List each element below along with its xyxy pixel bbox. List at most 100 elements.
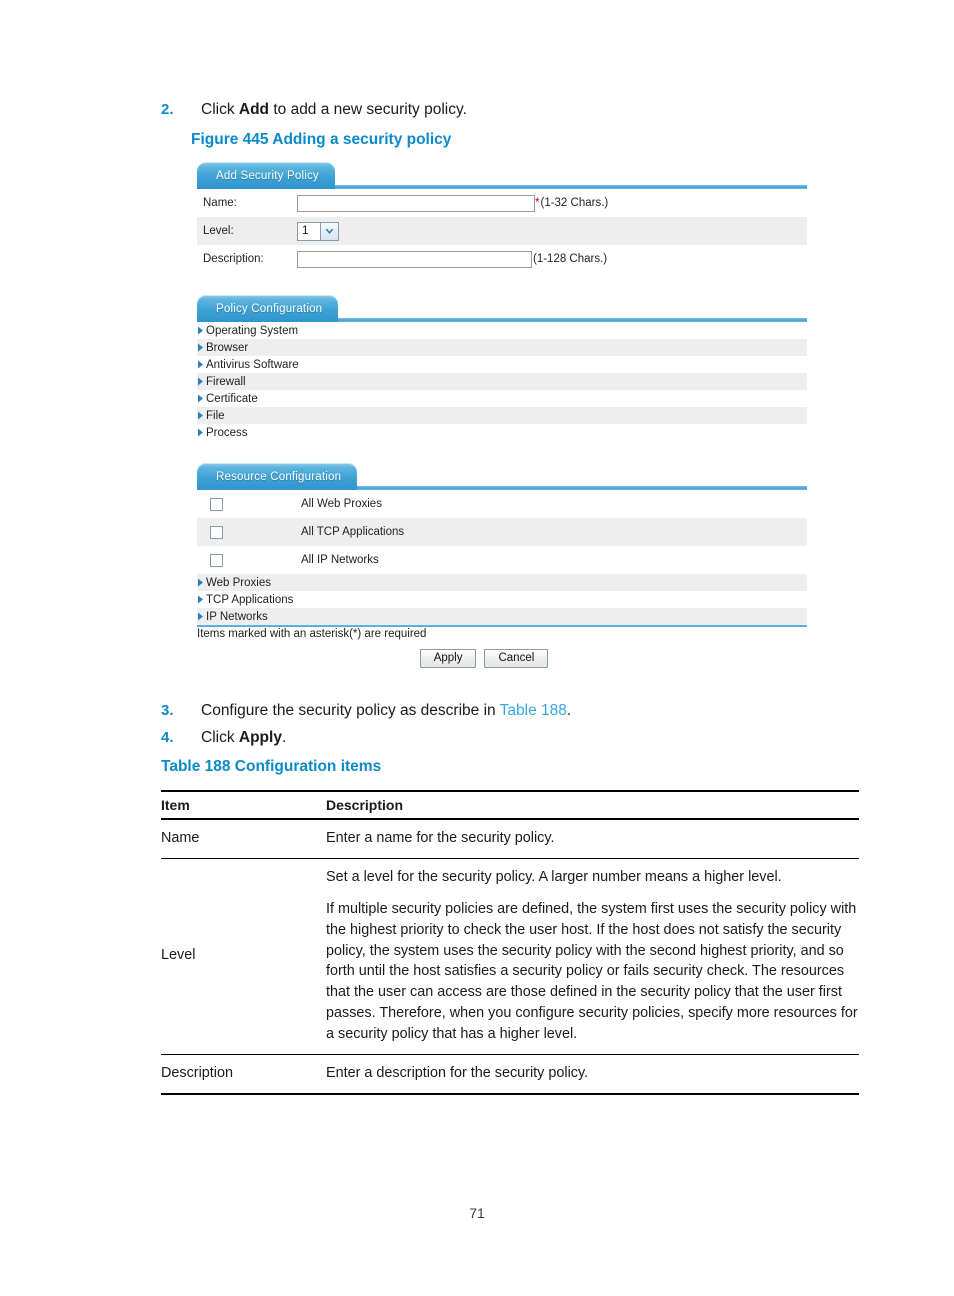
table-cell-description: Enter a name for the security policy. bbox=[326, 819, 859, 859]
table-header-item: Item bbox=[161, 790, 326, 820]
expand-triangle-icon[interactable] bbox=[197, 360, 204, 369]
resource-item-row[interactable]: IP Networks bbox=[197, 608, 807, 625]
level-select[interactable]: 1 bbox=[297, 221, 339, 241]
tab-resource-configuration[interactable]: Resource Configuration bbox=[197, 463, 358, 490]
policy-item-row[interactable]: Process bbox=[197, 424, 807, 441]
form-row-level: Level: 1 bbox=[197, 217, 807, 245]
all-tcp-applications-checkbox[interactable] bbox=[209, 525, 223, 539]
figure-button-bar: Apply Cancel bbox=[197, 649, 807, 668]
table-header-description: Description bbox=[326, 790, 859, 820]
tab-strip-policy-configuration: Policy Configuration bbox=[197, 295, 807, 322]
step-2-text-pre: Click bbox=[201, 101, 239, 118]
all-ip-networks-label: All IP Networks bbox=[301, 554, 379, 566]
step-2-text-bold: Add bbox=[238, 101, 270, 118]
policy-item-label: Process bbox=[206, 426, 248, 439]
resource-item-label: TCP Applications bbox=[206, 593, 294, 606]
table-row: Level Set a level for the security polic… bbox=[161, 858, 859, 1055]
resource-item-label: Web Proxies bbox=[206, 576, 271, 589]
all-web-proxies-checkbox-cell bbox=[197, 497, 235, 511]
table-header-row: Item Description bbox=[161, 790, 859, 820]
page-number: 71 bbox=[469, 1205, 485, 1221]
expand-triangle-icon[interactable] bbox=[197, 377, 204, 386]
policy-item-label: File bbox=[206, 409, 225, 422]
expand-triangle-icon[interactable] bbox=[197, 343, 204, 352]
name-input[interactable] bbox=[297, 194, 535, 212]
step-4-text-pre: Click bbox=[201, 729, 239, 746]
expand-triangle-icon[interactable] bbox=[197, 394, 204, 403]
policy-item-label: Antivirus Software bbox=[206, 358, 299, 371]
tab-add-security-policy-label: Add Security Policy bbox=[216, 169, 319, 182]
name-required-asterisk: * bbox=[535, 197, 540, 209]
step-3: 3. Configure the security policy as desc… bbox=[161, 700, 801, 722]
all-web-proxies-checkbox[interactable] bbox=[209, 497, 223, 511]
resource-checkbox-row: All Web Proxies bbox=[197, 490, 807, 518]
all-ip-networks-checkbox[interactable] bbox=[209, 553, 223, 567]
policy-item-label: Operating System bbox=[206, 324, 299, 337]
step-3-number: 3. bbox=[161, 702, 174, 719]
tab-add-security-policy[interactable]: Add Security Policy bbox=[197, 162, 335, 189]
level-select-value: 1 bbox=[302, 225, 309, 237]
table-188-link[interactable]: Table 188 bbox=[500, 702, 567, 719]
table-cell-item: Name bbox=[161, 819, 326, 859]
panel-spacer-2 bbox=[197, 441, 807, 463]
expand-triangle-icon[interactable] bbox=[197, 578, 204, 587]
policy-item-label: Certificate bbox=[206, 392, 258, 405]
description-paragraph: Enter a name for the security policy. bbox=[326, 830, 555, 846]
policy-item-row[interactable]: Operating System bbox=[197, 322, 807, 339]
step-2-text-post: to add a new security policy. bbox=[269, 101, 467, 118]
resource-item-label: IP Networks bbox=[206, 610, 268, 623]
tab-strip-resource-configuration: Resource Configuration bbox=[197, 463, 807, 490]
table-cell-description: Enter a description for the security pol… bbox=[326, 1054, 859, 1095]
panel-bottom-rule bbox=[197, 625, 807, 627]
resource-item-row[interactable]: TCP Applications bbox=[197, 591, 807, 608]
resource-item-row[interactable]: Web Proxies bbox=[197, 574, 807, 591]
description-paragraph: If multiple security policies are define… bbox=[326, 900, 858, 1042]
description-paragraph: Set a level for the security policy. A l… bbox=[326, 868, 782, 885]
step-3-text: Configure the security policy as describ… bbox=[201, 700, 801, 722]
table-cell-item: Description bbox=[161, 1054, 326, 1095]
tab-resource-configuration-label: Resource Configuration bbox=[216, 470, 342, 483]
policy-item-label: Browser bbox=[206, 341, 249, 354]
figure-caption: Figure 445 Adding a security policy bbox=[191, 131, 452, 148]
apply-button[interactable]: Apply bbox=[419, 649, 477, 668]
policy-item-row[interactable]: Certificate bbox=[197, 390, 807, 407]
resource-checkbox-row: All IP Networks bbox=[197, 546, 807, 574]
form-row-name: Name: * (1-32 Chars.) bbox=[197, 189, 807, 217]
step-4: 4. Click Apply. bbox=[161, 727, 801, 749]
name-label: Name: bbox=[203, 197, 237, 209]
step-3-text-post: . bbox=[566, 702, 572, 719]
table-cell-description: Set a level for the security policy. A l… bbox=[326, 858, 859, 1055]
table-caption: Table 188 Configuration items bbox=[161, 758, 382, 775]
cancel-button[interactable]: Cancel bbox=[484, 649, 549, 668]
step-2: 2. Click Add to add a new security polic… bbox=[161, 99, 781, 121]
tab-policy-configuration-label: Policy Configuration bbox=[216, 302, 323, 315]
table-row: Name Enter a name for the security polic… bbox=[161, 819, 859, 859]
table-row: Description Enter a description for the … bbox=[161, 1054, 859, 1095]
all-ip-networks-checkbox-cell bbox=[197, 553, 235, 567]
expand-triangle-icon[interactable] bbox=[197, 428, 204, 437]
level-label: Level: bbox=[203, 225, 234, 237]
policy-item-row[interactable]: File bbox=[197, 407, 807, 424]
step-4-number: 4. bbox=[161, 729, 174, 746]
step-4-text-bold: Apply bbox=[238, 729, 282, 746]
table-cell-item: Level bbox=[161, 858, 326, 1055]
policy-item-row[interactable]: Antivirus Software bbox=[197, 356, 807, 373]
all-web-proxies-label: All Web Proxies bbox=[301, 498, 382, 510]
figure-add-security-policy: Add Security Policy Name: * (1-32 Chars.)… bbox=[197, 162, 807, 668]
policy-item-row[interactable]: Browser bbox=[197, 339, 807, 356]
all-tcp-applications-label: All TCP Applications bbox=[301, 526, 405, 538]
expand-triangle-icon[interactable] bbox=[197, 612, 204, 621]
description-paragraph: Enter a description for the security pol… bbox=[326, 1064, 589, 1081]
name-hint: (1-32 Chars.) bbox=[540, 197, 609, 209]
description-input[interactable] bbox=[297, 250, 532, 268]
resource-checkbox-row: All TCP Applications bbox=[197, 518, 807, 546]
policy-item-row[interactable]: Firewall bbox=[197, 373, 807, 390]
chevron-down-icon[interactable] bbox=[320, 222, 338, 240]
tab-policy-configuration[interactable]: Policy Configuration bbox=[197, 295, 339, 322]
panel-spacer-1 bbox=[197, 273, 807, 295]
expand-triangle-icon[interactable] bbox=[197, 326, 204, 335]
form-row-description: Description: (1-128 Chars.) bbox=[197, 245, 807, 273]
expand-triangle-icon[interactable] bbox=[197, 595, 204, 604]
panel-resource-configuration: Resource Configuration All Web Proxies A… bbox=[197, 463, 807, 627]
expand-triangle-icon[interactable] bbox=[197, 411, 204, 420]
